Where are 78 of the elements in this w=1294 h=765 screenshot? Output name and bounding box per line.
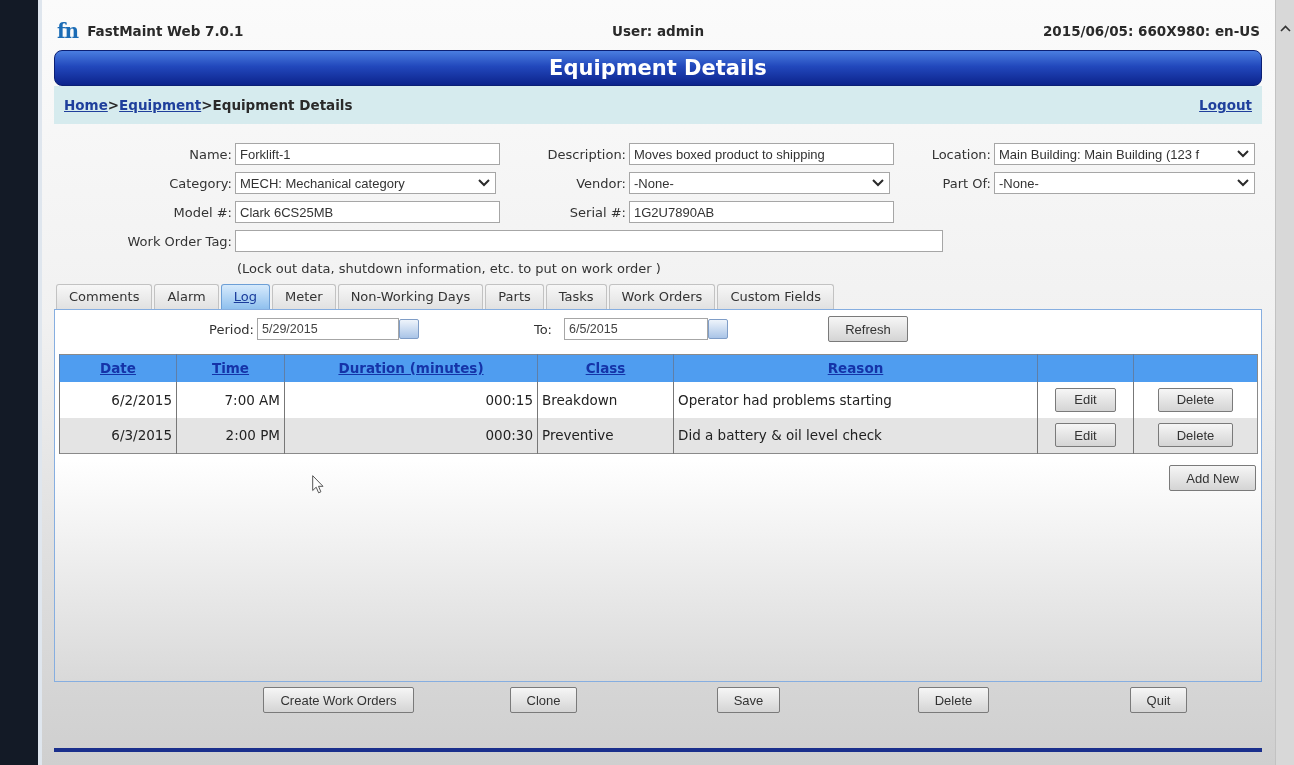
dropdown-field[interactable]: -None- <box>629 172 890 194</box>
session-info: 2015/06/05: 660X980: en-US <box>1042 23 1261 39</box>
dropdown-field[interactable]: MECH: Mechanical category <box>235 172 496 194</box>
field-label: To: <box>533 321 552 337</box>
table-cell: 6/2/2015 <box>59 381 177 418</box>
text-field[interactable]: 1G2U7890AB <box>629 201 894 223</box>
table-cell: Preventive <box>537 417 674 454</box>
table-cell: Did a battery & oil level check <box>673 417 1038 454</box>
row-action-button[interactable]: Edit <box>1055 423 1116 448</box>
tab[interactable]: Log <box>220 284 270 309</box>
breadcrumb-separator: > <box>201 97 213 113</box>
date-picker-icon[interactable] <box>708 319 728 339</box>
page-title-bar: Equipment Details <box>54 50 1262 86</box>
field-label: Vendor: <box>576 175 627 191</box>
table-cell: 000:30 <box>284 417 538 454</box>
app-logo: fn <box>57 21 79 41</box>
chevron-down-icon <box>1237 150 1249 158</box>
chevron-down-icon <box>478 179 490 187</box>
field-label: Category: <box>169 175 233 191</box>
table-cell: Operator had problems starting <box>673 381 1038 418</box>
field-label: Description: <box>547 146 627 162</box>
text-field[interactable]: Moves boxed product to shipping <box>629 143 894 165</box>
row-action-button[interactable]: Delete <box>1157 423 1234 448</box>
action-button[interactable]: Delete <box>917 687 990 713</box>
date-field[interactable]: 6/5/2015 <box>564 318 708 340</box>
logout-link[interactable]: Logout <box>1199 97 1252 113</box>
action-button[interactable]: Clone <box>509 687 578 713</box>
action-button[interactable]: Quit <box>1129 687 1188 713</box>
column-header[interactable]: Duration (minutes) <box>284 354 538 382</box>
tab[interactable]: Comments <box>56 284 153 309</box>
row-action-button[interactable]: Delete <box>1157 387 1234 412</box>
tab[interactable]: Work Orders <box>608 284 716 309</box>
breadcrumb-current: Equipment Details <box>212 97 353 113</box>
column-header[interactable]: Class <box>537 354 674 382</box>
refresh-button[interactable]: Refresh <box>828 316 908 342</box>
text-field[interactable]: Clark 6CS25MB <box>235 201 500 223</box>
tab[interactable]: Parts <box>485 284 544 309</box>
tab[interactable]: Alarm <box>154 284 219 309</box>
tab[interactable]: Tasks <box>545 284 607 309</box>
add-new-button[interactable]: Add New <box>1169 465 1256 491</box>
text-field[interactable]: Forklift-1 <box>235 143 500 165</box>
tab[interactable]: Custom Fields <box>717 284 835 309</box>
action-button[interactable]: Save <box>716 687 781 713</box>
table-cell: 000:15 <box>284 381 538 418</box>
column-header[interactable]: Date <box>59 354 177 382</box>
breadcrumb-link[interactable]: Equipment <box>119 97 202 113</box>
date-field[interactable]: 5/29/2015 <box>257 318 399 340</box>
action-button[interactable]: Create Work Orders <box>263 687 414 713</box>
chevron-down-icon <box>1237 179 1249 187</box>
tab[interactable]: Meter <box>271 284 336 309</box>
table-cell: Breakdown <box>537 381 674 418</box>
table-cell: 6/3/2015 <box>59 417 177 454</box>
field-label: Work Order Tag: <box>127 233 233 249</box>
dropdown-field[interactable]: -None- <box>994 172 1255 194</box>
dropdown-field[interactable]: Main Building: Main Building (123 f <box>994 143 1255 165</box>
scroll-up-icon[interactable] <box>1279 25 1291 32</box>
date-picker-icon[interactable] <box>399 319 419 339</box>
field-label: Location: <box>931 146 992 162</box>
pointer-cursor-icon <box>312 475 324 494</box>
column-header[interactable]: Time <box>176 354 285 382</box>
table-cell: 2:00 PM <box>176 417 285 454</box>
field-label: Part Of: <box>942 175 992 191</box>
field-label: Period: <box>209 321 254 337</box>
tab[interactable]: Non-Working Days <box>337 284 484 309</box>
field-hint: (Lock out data, shutdown information, etc. to put on work order ) <box>237 261 661 276</box>
scrollbar[interactable] <box>1275 0 1294 765</box>
field-label: Serial #: <box>569 204 627 220</box>
table-cell: 7:00 AM <box>176 381 285 418</box>
user-label: User: admin <box>612 23 704 39</box>
field-label: Name: <box>189 146 233 162</box>
breadcrumb-separator: > <box>107 97 120 113</box>
row-action-button[interactable]: Edit <box>1055 387 1116 412</box>
chevron-down-icon <box>872 179 884 187</box>
text-field[interactable] <box>235 230 943 252</box>
app-name: FastMaint Web 7.0.1 <box>87 23 244 39</box>
field-label: Model #: <box>173 204 233 220</box>
column-header[interactable]: Reason <box>673 354 1038 382</box>
breadcrumb-link[interactable]: Home <box>64 97 108 113</box>
